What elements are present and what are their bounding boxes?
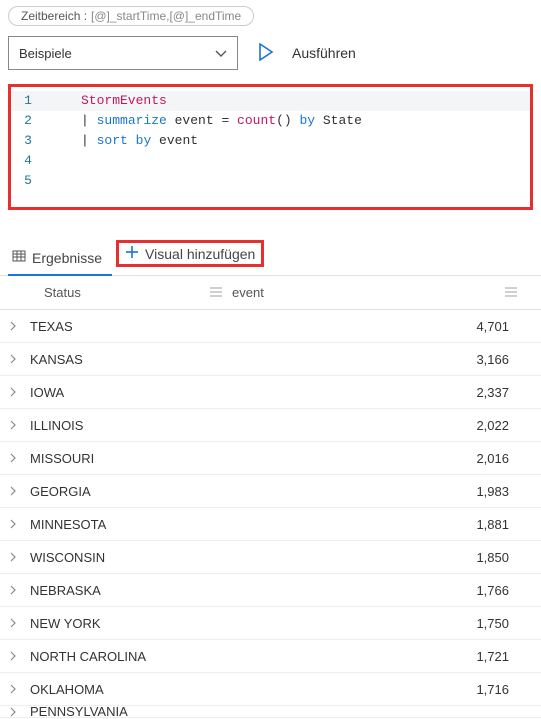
table-row[interactable]: KANSAS3,166	[0, 343, 541, 376]
expand-row-icon[interactable]	[8, 420, 22, 430]
line-number: 4	[11, 151, 51, 171]
expand-row-icon[interactable]	[8, 519, 22, 529]
table-row[interactable]: OKLAHOMA1,716	[0, 673, 541, 706]
cell-event: 1,721	[232, 649, 533, 664]
cell-event: 2,016	[232, 451, 533, 466]
cell-event: 2,337	[232, 385, 533, 400]
cell-status: ILLINOIS	[22, 418, 232, 433]
line-number: 5	[11, 171, 51, 191]
cell-status: TEXAS	[22, 319, 232, 334]
line-number: 2	[11, 111, 51, 131]
cell-status: WISCONSIN	[22, 550, 232, 565]
time-range-value: [@]_startTime,[@]_endTime	[91, 9, 241, 23]
table-row[interactable]: PENNSYLVANIA	[0, 706, 541, 718]
cell-event: 1,850	[232, 550, 533, 565]
run-button-label: Ausführen	[292, 45, 356, 61]
query-editor[interactable]: 1 StormEvents 2 | summarize event = coun…	[11, 91, 530, 203]
cell-event: 1,766	[232, 583, 533, 598]
query-toolbar: Beispiele Ausführen	[0, 36, 541, 84]
expand-row-icon[interactable]	[8, 684, 22, 694]
query-editor-highlight: 1 StormEvents 2 | summarize event = coun…	[8, 84, 533, 210]
column-menu-icon[interactable]	[505, 285, 517, 300]
results-grid-header: Status event	[0, 276, 541, 310]
expand-row-icon[interactable]	[8, 585, 22, 595]
cell-status: IOWA	[22, 385, 232, 400]
column-header-event[interactable]: event	[232, 285, 264, 300]
chevron-down-icon	[215, 46, 227, 61]
tab-results-label: Ergebnisse	[32, 250, 102, 266]
table-row[interactable]: MINNESOTA1,881	[0, 508, 541, 541]
cell-event: 3,166	[232, 352, 533, 367]
cell-status: NORTH CAROLINA	[22, 649, 232, 664]
expand-row-icon[interactable]	[8, 486, 22, 496]
expand-row-icon[interactable]	[8, 618, 22, 628]
tab-results[interactable]: Ergebnisse	[8, 241, 112, 276]
table-row[interactable]: ILLINOIS2,022	[0, 409, 541, 442]
table-row[interactable]: NEBRASKA1,766	[0, 574, 541, 607]
cell-status: NEW YORK	[22, 616, 232, 631]
results-grid-body: TEXAS4,701KANSAS3,166IOWA2,337ILLINOIS2,…	[0, 310, 541, 718]
table-row[interactable]: GEORGIA1,983	[0, 475, 541, 508]
table-row[interactable]: WISCONSIN1,850	[0, 541, 541, 574]
expand-row-icon[interactable]	[8, 651, 22, 661]
samples-dropdown-label: Beispiele	[19, 46, 72, 61]
expand-row-icon[interactable]	[8, 354, 22, 364]
cell-status: MINNESOTA	[22, 517, 232, 532]
table-row[interactable]: TEXAS4,701	[0, 310, 541, 343]
cell-status: KANSAS	[22, 352, 232, 367]
cell-event: 2,022	[232, 418, 533, 433]
tab-add-visual-label: Visual hinzufügen	[145, 246, 255, 262]
cell-event: 4,701	[232, 319, 533, 334]
expand-row-icon[interactable]	[8, 321, 22, 331]
plus-icon	[125, 245, 139, 262]
cell-status: NEBRASKA	[22, 583, 232, 598]
table-row[interactable]: MISSOURI2,016	[0, 442, 541, 475]
line-number: 1	[11, 91, 51, 111]
column-header-status[interactable]: Status	[44, 285, 81, 300]
cell-event: 1,881	[232, 517, 533, 532]
results-tabs: Ergebnisse Visual hinzufügen	[0, 232, 541, 276]
table-row[interactable]: NORTH CAROLINA1,721	[0, 640, 541, 673]
table-row[interactable]: NEW YORK1,750	[0, 607, 541, 640]
cell-status: PENNSYLVANIA	[22, 704, 232, 719]
play-icon	[258, 43, 274, 64]
cell-status: OKLAHOMA	[22, 682, 232, 697]
run-button[interactable]: Ausführen	[258, 43, 356, 64]
cell-status: GEORGIA	[22, 484, 232, 499]
cell-event: 1,983	[232, 484, 533, 499]
samples-dropdown[interactable]: Beispiele	[8, 36, 238, 70]
expand-row-icon[interactable]	[8, 552, 22, 562]
expand-row-icon[interactable]	[8, 387, 22, 397]
table-row[interactable]: IOWA2,337	[0, 376, 541, 409]
cell-status: MISSOURI	[22, 451, 232, 466]
time-range-pill[interactable]: Zeitbereich : [@]_startTime,[@]_endTime	[8, 6, 254, 26]
tab-add-visual[interactable]: Visual hinzufügen	[112, 232, 274, 275]
cell-event: 1,750	[232, 616, 533, 631]
cell-event: 1,716	[232, 682, 533, 697]
column-menu-icon[interactable]	[210, 285, 222, 300]
expand-row-icon[interactable]	[8, 453, 22, 463]
line-number: 3	[11, 131, 51, 151]
table-icon	[12, 249, 26, 266]
expand-row-icon[interactable]	[8, 707, 22, 717]
time-range-label: Zeitbereich :	[21, 9, 87, 23]
